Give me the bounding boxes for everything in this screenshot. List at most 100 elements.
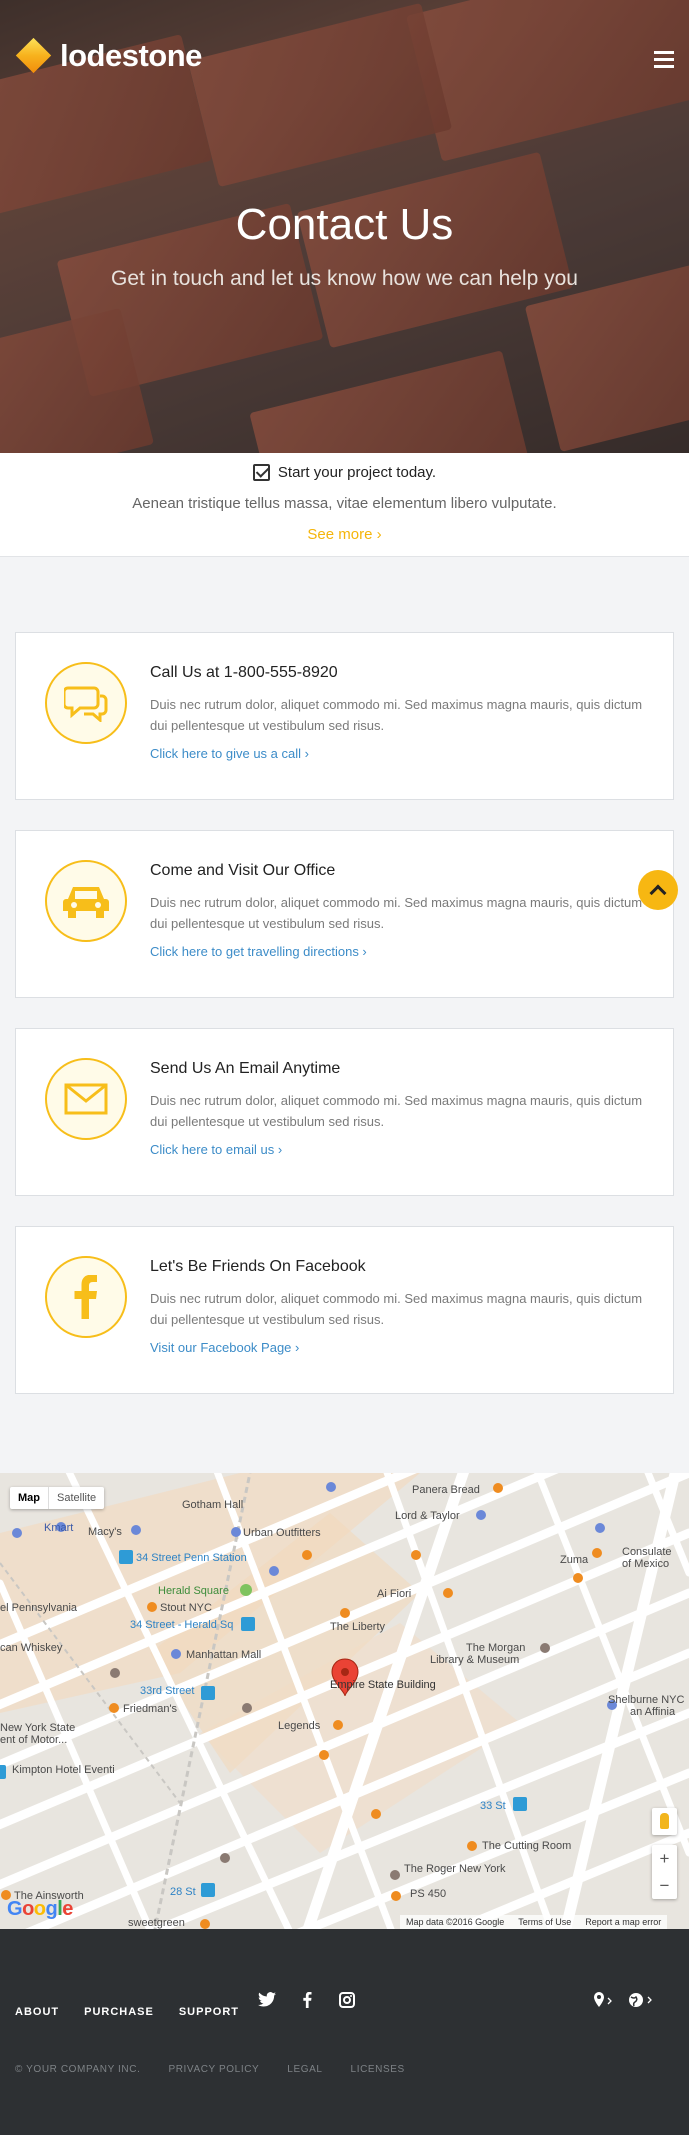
location-pin-icon[interactable] — [594, 1992, 614, 2011]
directions-link[interactable]: Click here to get travelling directions … — [150, 944, 367, 959]
map-data-credit: Map data ©2016 Google — [406, 1917, 505, 1927]
cta-strip: Start your project today. Aenean tristiq… — [0, 453, 689, 557]
checkbox-check-icon — [252, 464, 270, 481]
svg-text:Shelburne NYC: Shelburne NYC — [608, 1694, 684, 1706]
svg-text:Panera Bread: Panera Bread — [412, 1484, 480, 1496]
svg-text:33 St: 33 St — [480, 1800, 506, 1812]
card-body: Duis nec rutrum dolor, aliquet commodo m… — [150, 1291, 643, 1327]
svg-text:Macy's: Macy's — [88, 1526, 122, 1538]
svg-text:Manhattan Mall: Manhattan Mall — [186, 1649, 261, 1661]
brand-name: lodestone — [60, 38, 202, 73]
svg-text:an Affinia: an Affinia — [630, 1706, 676, 1718]
see-more-link[interactable]: See more › — [0, 526, 689, 543]
card-title: Come and Visit Our Office — [150, 862, 336, 879]
terms-link[interactable]: Terms of Use — [518, 1917, 571, 1927]
svg-text:Kmart: Kmart — [44, 1522, 73, 1534]
svg-text:ent of Motor...: ent of Motor... — [0, 1734, 67, 1746]
map-canvas[interactable]: Gotham Hall Panera Bread Lord & Taylor M… — [0, 1473, 689, 1929]
zoom-out-button[interactable]: − — [652, 1872, 677, 1899]
google-logo: Google — [7, 1898, 73, 1920]
licenses-link[interactable]: LICENSES — [351, 2064, 405, 2075]
svg-text:34 Street Penn Station: 34 Street Penn Station — [136, 1552, 247, 1564]
svg-text:sweetgreen: sweetgreen — [128, 1917, 185, 1929]
svg-text:PS 450: PS 450 — [410, 1888, 446, 1900]
hero-banner: lodestone Contact Us Get in touch and le… — [0, 0, 689, 453]
map-attribution: Map data ©2016 Google Terms of Use Repor… — [400, 1915, 668, 1929]
contact-card-facebook: Let's Be Friends On Facebook Duis nec ru… — [15, 1226, 674, 1394]
legal-links: © YOUR COMPANY INC. PRIVACY POLICY LEGAL… — [15, 2064, 405, 2075]
contact-card-office: Come and Visit Our Office Duis nec rutru… — [15, 830, 674, 998]
svg-text:The Cutting Room: The Cutting Room — [482, 1840, 571, 1852]
card-title: Send Us An Email Anytime — [150, 1060, 341, 1077]
card-body: Duis nec rutrum dolor, aliquet commodo m… — [150, 1093, 643, 1129]
svg-text:The Liberty: The Liberty — [330, 1621, 386, 1633]
card-title: Let's Be Friends On Facebook — [150, 1258, 366, 1275]
zoom-control[interactable]: + − — [652, 1845, 677, 1899]
map-type-map[interactable]: Map — [10, 1487, 48, 1509]
map-type-satellite[interactable]: Satellite — [48, 1487, 104, 1509]
marker-label: Empire State Building — [330, 1679, 436, 1691]
svg-text:Library & Museum: Library & Museum — [430, 1654, 519, 1666]
contact-card-email: Send Us An Email Anytime Duis nec rutrum… — [15, 1028, 674, 1196]
report-error-link[interactable]: Report a map error — [585, 1917, 661, 1927]
brand-logo[interactable]: lodestone — [15, 37, 202, 74]
envelope-icon — [45, 1058, 127, 1140]
svg-text:The Roger New York: The Roger New York — [404, 1863, 506, 1875]
svg-text:of Mexico: of Mexico — [622, 1558, 669, 1570]
social-links — [258, 1991, 356, 2013]
svg-text:Stout NYC: Stout NYC — [160, 1602, 212, 1614]
svg-text:Legends: Legends — [278, 1720, 321, 1732]
footer-right-controls — [594, 1992, 654, 2011]
card-body: Duis nec rutrum dolor, aliquet commodo m… — [150, 895, 643, 931]
contact-card-call: Call Us at 1-800-555-8920 Duis nec rutru… — [15, 632, 674, 800]
chat-bubbles-icon — [45, 662, 127, 744]
svg-text:28 St: 28 St — [170, 1886, 196, 1898]
google-map[interactable]: Gotham Hall Panera Bread Lord & Taylor M… — [0, 1473, 689, 1929]
facebook-icon — [45, 1256, 127, 1338]
footer-link-support[interactable]: SUPPORT — [179, 2006, 239, 2018]
footer-nav: ABOUT PURCHASE SUPPORT — [15, 2006, 239, 2018]
email-link[interactable]: Click here to email us › — [150, 1142, 282, 1157]
svg-text:Herald Square: Herald Square — [158, 1585, 229, 1597]
legal-link[interactable]: LEGAL — [287, 2064, 322, 2075]
svg-text:can Whiskey: can Whiskey — [0, 1642, 63, 1654]
footer-link-about[interactable]: ABOUT — [15, 2006, 59, 2018]
svg-text:Urban Outfitters: Urban Outfitters — [243, 1527, 321, 1539]
hamburger-menu-icon[interactable] — [654, 51, 674, 72]
cta-description: Aenean tristique tellus massa, vitae ele… — [132, 495, 557, 512]
copyright-text: © YOUR COMPANY INC. — [15, 2064, 141, 2075]
page-title: Contact Us — [235, 200, 454, 249]
svg-text:Ai Fiori: Ai Fiori — [377, 1588, 411, 1600]
svg-text:Gotham Hall: Gotham Hall — [182, 1499, 243, 1511]
card-title: Call Us at 1-800-555-8920 — [150, 664, 338, 681]
privacy-policy-link[interactable]: PRIVACY POLICY — [168, 2064, 259, 2075]
svg-text:The Morgan: The Morgan — [466, 1642, 525, 1654]
svg-text:33rd Street: 33rd Street — [140, 1685, 194, 1697]
cta-heading: Start your project today. — [0, 464, 689, 481]
svg-text:Friedman's: Friedman's — [123, 1703, 178, 1715]
call-link[interactable]: Click here to give us a call › — [150, 746, 309, 761]
svg-text:Kimpton Hotel Eventi: Kimpton Hotel Eventi — [12, 1764, 115, 1776]
facebook-page-link[interactable]: Visit our Facebook Page › — [150, 1340, 299, 1355]
zoom-in-button[interactable]: + — [652, 1845, 677, 1872]
cta-heading-text: Start your project today. — [277, 464, 437, 481]
globe-language-icon[interactable] — [628, 1992, 654, 2011]
svg-text:Zuma: Zuma — [560, 1554, 589, 1566]
street-view-pegman-icon[interactable] — [652, 1808, 677, 1835]
map-type-control[interactable]: Map Satellite — [10, 1487, 105, 1509]
twitter-icon[interactable] — [258, 1992, 276, 2013]
car-icon — [45, 860, 127, 942]
page-subtitle: Get in touch and let us know how we can … — [111, 267, 578, 290]
svg-text:Lord & Taylor: Lord & Taylor — [395, 1510, 460, 1522]
instagram-icon[interactable] — [338, 1992, 356, 2013]
card-body: Duis nec rutrum dolor, aliquet commodo m… — [150, 697, 643, 733]
svg-text:34 Street - Herald Sq: 34 Street - Herald Sq — [130, 1619, 233, 1631]
svg-text:New York State: New York State — [0, 1722, 75, 1734]
facebook-icon[interactable] — [298, 1991, 316, 2013]
footer-link-purchase[interactable]: PURCHASE — [84, 2006, 154, 2018]
diamond-logo-icon — [15, 37, 52, 74]
scroll-to-top-button[interactable] — [638, 870, 678, 910]
svg-text:Consulate: Consulate — [622, 1546, 672, 1558]
site-footer: ABOUT PURCHASE SUPPORT © YOUR COMPANY IN… — [0, 1929, 689, 2135]
svg-text:el Pennsylvania: el Pennsylvania — [0, 1602, 78, 1614]
